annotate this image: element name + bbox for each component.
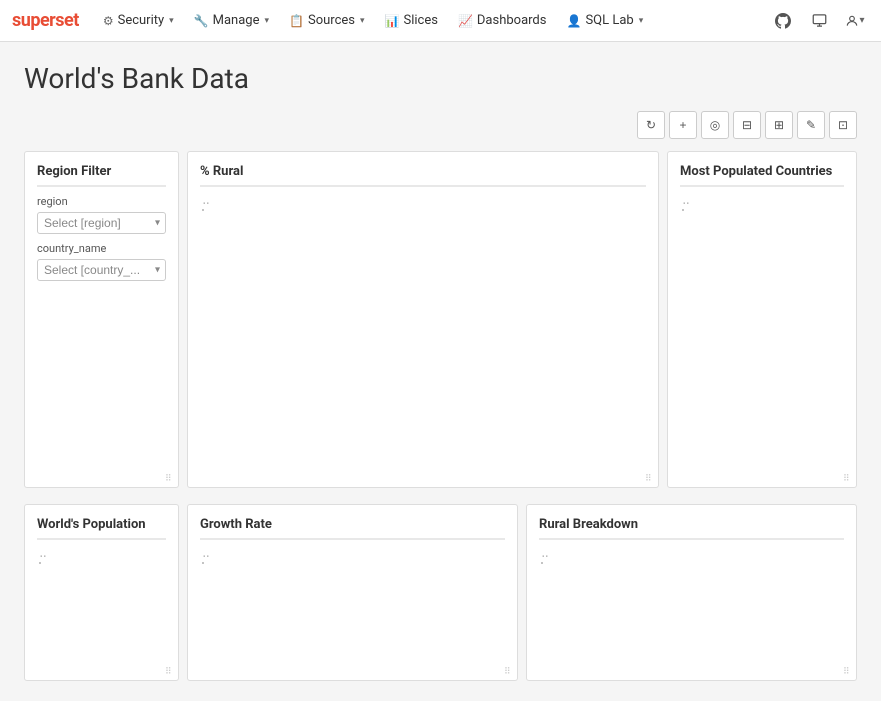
country-select[interactable]: Select [country_... xyxy=(37,259,166,281)
growth-rate-title: Growth Rate xyxy=(200,517,505,540)
nav-sources-label: Sources xyxy=(308,13,355,28)
nav-item-dashboards[interactable]: 📈 Dashboards xyxy=(450,9,555,32)
nav-item-manage[interactable]: 🔧 Manage ▾ xyxy=(186,9,277,32)
most-populated-resize-handle-icon[interactable]: ⠿ xyxy=(843,474,853,484)
security-caret-icon: ▾ xyxy=(169,16,174,26)
download-button[interactable]: ⊡ xyxy=(829,111,857,139)
nav-slices-label: Slices xyxy=(403,13,437,28)
brand-logo[interactable]: superset xyxy=(12,10,79,31)
worlds-population-title: World's Population xyxy=(37,517,166,540)
github-icon-btn[interactable] xyxy=(769,7,797,35)
rural-panel: % Rural ·̈ ⠿ xyxy=(187,151,659,488)
nav-sqllab-label: SQL Lab xyxy=(585,13,633,28)
navbar: superset ⚙ Security ▾ 🔧 Manage ▾ 📋 Sourc… xyxy=(0,0,881,42)
refresh-button[interactable]: ↻ xyxy=(637,111,665,139)
nav-item-security[interactable]: ⚙ Security ▾ xyxy=(95,9,182,32)
country-label: country_name xyxy=(37,242,166,255)
most-populated-title: Most Populated Countries xyxy=(680,164,844,187)
manage-caret-icon: ▾ xyxy=(265,16,270,26)
bottom-two-panels: Growth Rate ·̈ ⠿ Rural Breakdown ·̈ ⠿ xyxy=(187,504,857,681)
rural-title: % Rural xyxy=(200,164,646,187)
rural-breakdown-content: ·̈ xyxy=(539,548,844,608)
add-button[interactable]: + xyxy=(669,111,697,139)
growth-rate-content: ·̈ xyxy=(200,548,505,608)
nav-manage-label: Manage xyxy=(213,13,260,28)
nav-item-sqllab[interactable]: 👤 SQL Lab ▾ xyxy=(558,9,651,32)
sources-icon: 📋 xyxy=(289,14,304,28)
nav-dashboards-label: Dashboards xyxy=(477,13,547,28)
bottom-grid: World's Population ·̈ ⠿ Growth Rate ·̈ ⠿… xyxy=(24,504,857,681)
region-select-wrapper[interactable]: Select [region] xyxy=(37,212,166,234)
nav-item-sources[interactable]: 📋 Sources ▾ xyxy=(281,9,372,32)
page-title: World's Bank Data xyxy=(24,62,857,95)
rural-loading: ·̈ xyxy=(200,199,208,220)
filter-button[interactable]: ⊟ xyxy=(733,111,761,139)
most-populated-loading: ·̈ xyxy=(680,199,688,220)
nav-security-label: Security xyxy=(118,13,165,28)
sqllab-icon: 👤 xyxy=(566,14,581,28)
rural-breakdown-resize-icon[interactable]: ⠿ xyxy=(843,667,853,677)
sources-caret-icon: ▾ xyxy=(360,16,365,26)
user-icon-btn[interactable]: ▾ xyxy=(841,7,869,35)
rural-breakdown-title: Rural Breakdown xyxy=(539,517,844,540)
main-content: World's Bank Data ↻ + ◎ ⊟ ⊞ ✎ ⊡ Region F… xyxy=(0,42,881,701)
security-icon: ⚙ xyxy=(103,14,114,28)
most-populated-panel: Most Populated Countries ·̈ ⠿ xyxy=(667,151,857,488)
rural-breakdown-loading: ·̈ xyxy=(539,552,547,573)
region-filter-panel: Region Filter region Select [region] cou… xyxy=(24,151,179,488)
growth-rate-panel: Growth Rate ·̈ ⠿ xyxy=(187,504,518,681)
growth-rate-loading: ·̈ xyxy=(200,552,208,573)
sqllab-caret-icon: ▾ xyxy=(639,16,644,26)
nav-item-slices[interactable]: 📊 Slices xyxy=(377,9,446,32)
dashboard-toolbar: ↻ + ◎ ⊟ ⊞ ✎ ⊡ xyxy=(24,111,857,139)
rural-breakdown-panel: Rural Breakdown ·̈ ⠿ xyxy=(526,504,857,681)
grid-button[interactable]: ⊞ xyxy=(765,111,793,139)
target-button[interactable]: ◎ xyxy=(701,111,729,139)
rural-resize-handle-icon[interactable]: ⠿ xyxy=(645,474,655,484)
worlds-population-content: ·̈ xyxy=(37,548,166,668)
manage-icon: 🔧 xyxy=(194,14,209,28)
dashboards-icon: 📈 xyxy=(458,14,473,28)
rural-content: ·̈ xyxy=(200,195,646,475)
region-select[interactable]: Select [region] xyxy=(37,212,166,234)
worlds-population-panel: World's Population ·̈ ⠿ xyxy=(24,504,179,681)
worlds-population-loading: ·̈ xyxy=(37,552,45,573)
most-populated-content: ·̈ xyxy=(680,195,844,475)
region-filter-title: Region Filter xyxy=(37,164,166,187)
worlds-population-resize-icon[interactable]: ⠿ xyxy=(165,667,175,677)
dashboard-grid: Region Filter region Select [region] cou… xyxy=(24,151,857,496)
country-select-wrapper[interactable]: Select [country_... xyxy=(37,259,166,281)
slices-icon: 📊 xyxy=(385,14,400,28)
edit-button[interactable]: ✎ xyxy=(797,111,825,139)
resize-handle-icon[interactable]: ⠿ xyxy=(165,474,175,484)
nav-right-icons: ▾ xyxy=(769,7,869,35)
growth-rate-resize-icon[interactable]: ⠿ xyxy=(504,667,514,677)
region-label: region xyxy=(37,195,166,208)
notifications-icon-btn[interactable] xyxy=(805,7,833,35)
